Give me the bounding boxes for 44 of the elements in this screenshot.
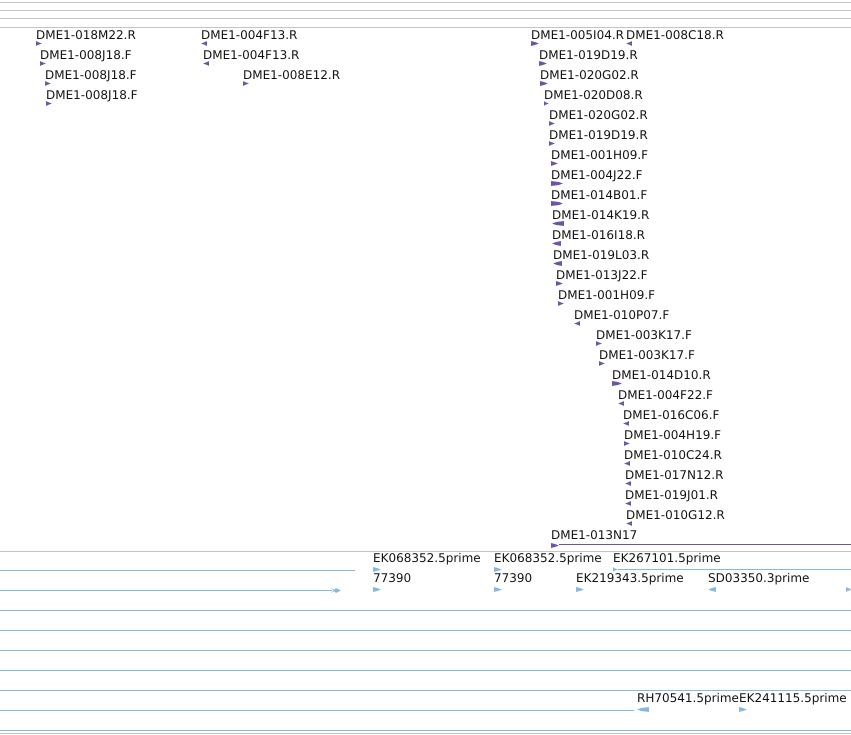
feature-label: DME1-019D19.R	[549, 128, 648, 142]
feature-label: DME1-008C18.R	[626, 28, 724, 42]
feature-label: DME1-019J01.R	[625, 488, 718, 502]
feature-label: DME1-019D19.R	[539, 48, 638, 62]
feature-label: SD03350.3prime	[708, 571, 810, 585]
feature-label: DME1-018M22.R	[36, 28, 136, 42]
feature-label: DME1-014D10.R	[612, 368, 711, 382]
feature-label: 77390	[373, 571, 412, 585]
feature-label: DME1-014K19.R	[552, 208, 650, 222]
feature-label: DME1-010G12.R	[626, 508, 725, 522]
feature-label: DME1-004F13.R	[203, 48, 300, 62]
feature-label: EK068352.5prime	[373, 551, 481, 565]
feature-label: DME1-017N12.R	[625, 468, 724, 482]
feature-label: DME1-004F22.F	[618, 388, 713, 402]
feature-label: EK068352.5prime	[494, 551, 602, 565]
double-arrow-icon	[331, 588, 341, 593]
feature-label: DME1-020G02.R	[540, 68, 639, 82]
feature-label: EK241115.5prime	[739, 691, 847, 705]
feature-label: EK267101.5prime	[613, 551, 721, 565]
feature-label: DME1-013J22.F	[556, 268, 648, 282]
feature-label: DME1-005I04.R	[531, 28, 624, 42]
feature-label: DME1-003K17.F	[596, 328, 692, 342]
feature-label: DME1-016C06.F	[623, 408, 720, 422]
feature-label: DME1-008J18.F	[46, 88, 138, 102]
feature-label: DME1-001H09.F	[558, 288, 656, 302]
feature-label: RH70541.5prime	[637, 691, 739, 705]
feature-label: DME1-003K17.F	[599, 348, 695, 362]
feature-label: DME1-010P07.F	[574, 308, 670, 322]
feature-label: DME1-008E12.R	[243, 68, 340, 82]
feature-label: 77390	[494, 571, 532, 585]
feature-label: DME1-013N17	[551, 528, 638, 542]
feature-label: DME1-008J18.F	[45, 68, 137, 82]
feature-label: DME1-016I18.R	[552, 228, 646, 242]
feature-label: DME1-004F13.R	[201, 28, 298, 42]
feature-label: DME1-010C24.R	[624, 448, 722, 462]
feature-label: DME1-020G02.R	[549, 108, 648, 122]
feature-label: DME1-004H19.F	[624, 428, 722, 442]
feature-label: DME1-001H09.F	[551, 148, 648, 162]
feature-label: DME1-008J18.F	[40, 48, 132, 62]
feature-label: EK219343.5prime	[576, 571, 684, 585]
feature-label: DME1-020D08.R	[544, 88, 643, 102]
feature-label: DME1-014B01.F	[551, 188, 648, 202]
feature-label: DME1-004J22.F	[551, 168, 643, 182]
feature-label: DME1-019L03.R	[553, 248, 650, 262]
